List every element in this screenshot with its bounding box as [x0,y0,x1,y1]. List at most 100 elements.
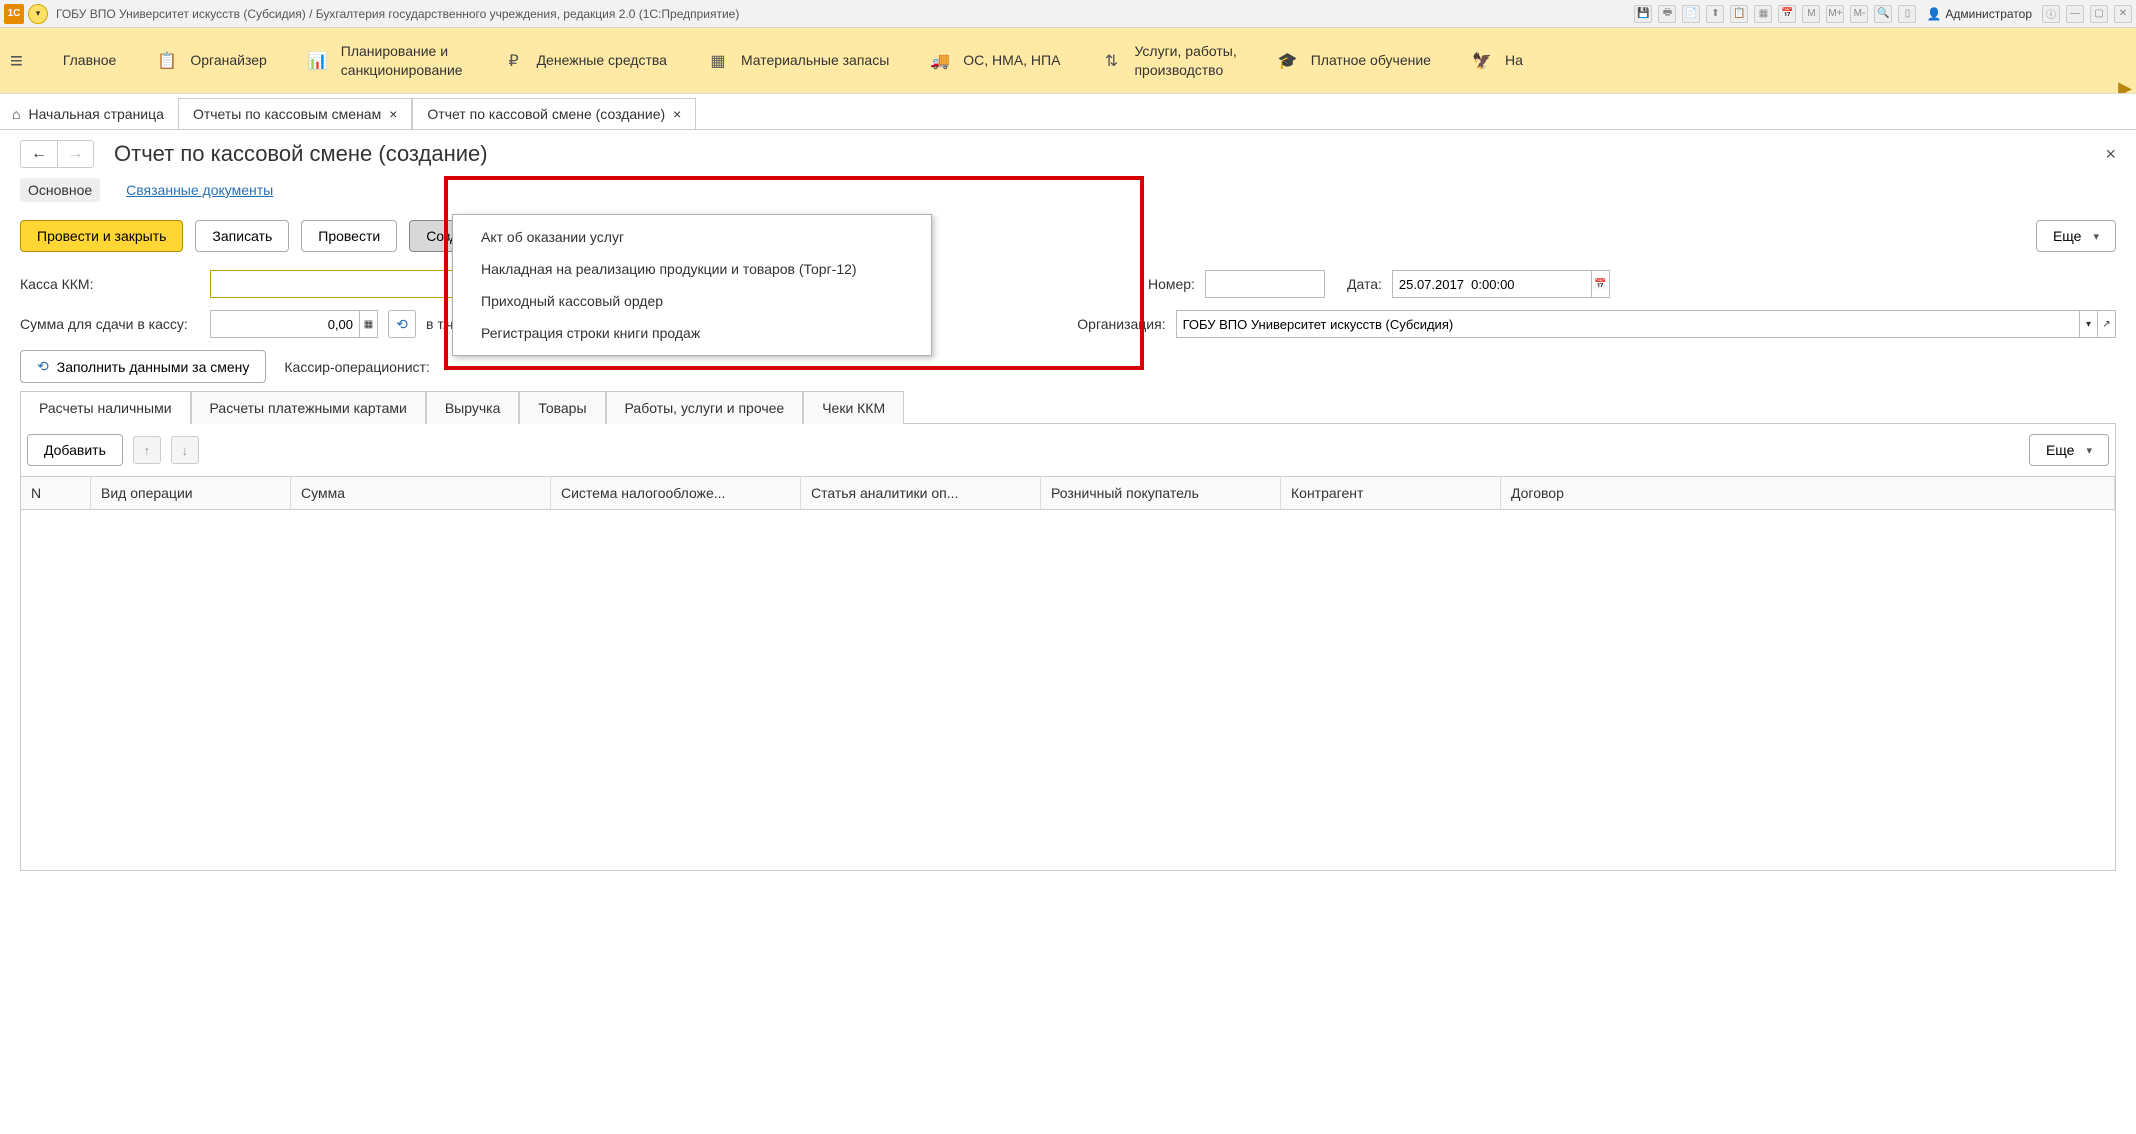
nav-assets[interactable]: 🚚ОС, НМА, НПА [929,50,1060,72]
fill-label: Заполнить данными за смену [57,359,250,375]
home-icon: ⌂ [12,106,20,122]
maximize-icon[interactable]: ▢ [2090,5,2108,23]
th-tax-system[interactable]: Система налогообложе... [551,477,801,509]
nav-history: ← → [20,140,94,168]
nav-money[interactable]: ₽Денежные средства [503,50,667,72]
th-analytics[interactable]: Статья аналитики оп... [801,477,1041,509]
copy-icon[interactable]: 📋 [1730,5,1748,23]
itab-goods[interactable]: Товары [519,391,605,424]
org-input-wrap: ▾ ↗ [1176,310,2116,338]
refresh-button[interactable]: ⟲ [388,310,416,338]
nav-back-button[interactable]: ← [21,141,57,167]
truck-icon: 🚚 [929,50,951,72]
app-logo-icon: 1C [4,4,24,24]
nav-main[interactable]: Главное [63,51,117,69]
org-open-button[interactable]: ↗ [2098,310,2116,338]
tab-report-create[interactable]: Отчет по кассовой смене (создание) × [412,98,696,129]
detail-tabs: Расчеты наличными Расчеты платежными кар… [20,391,2116,424]
table-toolbar: Добавить ↑ ↓ Еще [20,424,2116,477]
nav-scroll-right-icon[interactable]: ▶ [2118,78,2132,94]
fill-shift-data-button[interactable]: ⟲ Заполнить данными за смену [20,350,266,383]
nav-planning[interactable]: 📊Планирование и санкционирование [307,42,463,78]
ruble-icon: ₽ [503,50,525,72]
menu-item-service-act[interactable]: Акт об оказании услуг [453,221,931,253]
menu-item-sales-book-row[interactable]: Регистрация строки книги продаж [453,317,931,349]
sum-input-wrap: ▦ [210,310,378,338]
tab-label: Отчеты по кассовым сменам [193,106,381,122]
th-counterparty[interactable]: Контрагент [1281,477,1501,509]
move-up-button[interactable]: ↑ [133,436,161,464]
calendar-icon[interactable]: 📅 [1778,5,1796,23]
upload-icon[interactable]: ⬆ [1706,5,1724,23]
calc-icon[interactable]: ▦ [1754,5,1772,23]
menu-item-torg12[interactable]: Накладная на реализацию продукции и това… [453,253,931,285]
minimize-icon[interactable]: — [2066,5,2084,23]
subtab-main[interactable]: Основное [20,178,100,202]
cashier-label: Кассир-операционист: [284,359,429,375]
zoom-icon[interactable]: 🔍 [1874,5,1892,23]
menu-item-cash-receipt[interactable]: Приходный кассовый ордер [453,285,931,317]
panel-icon[interactable]: ▯ [1898,5,1916,23]
date-picker-button[interactable]: 📅 [1592,270,1610,298]
itab-receipts[interactable]: Чеки ККМ [803,391,904,424]
tab-reports-list[interactable]: Отчеты по кассовым сменам × [178,98,412,129]
print-icon[interactable]: 🖶 [1658,5,1676,23]
app-menu-dropdown[interactable]: ▾ [28,4,48,24]
form-area: Касса ККМ: ▾ Номер: Дата: 📅 Сумма для сд… [20,270,2116,383]
th-retail-customer[interactable]: Розничный покупатель [1041,477,1281,509]
close-page-icon[interactable]: × [2105,144,2116,165]
close-tab-icon[interactable]: × [389,106,397,122]
nav-education[interactable]: 🎓Платное обучение [1277,50,1431,72]
preview-icon[interactable]: 📄 [1682,5,1700,23]
graduation-icon: 🎓 [1277,50,1299,72]
sum-input[interactable] [210,310,360,338]
itab-cash[interactable]: Расчеты наличными [20,391,191,424]
move-down-button[interactable]: ↓ [171,436,199,464]
kassa-kkm-input[interactable] [210,270,490,298]
user-label[interactable]: 👤 Администратор [1926,7,2032,21]
nav-services[interactable]: ⇅Услуги, работы, производство [1100,42,1236,78]
tab-label: Отчет по кассовой смене (создание) [427,106,665,122]
m-plus-icon[interactable]: M+ [1826,5,1844,23]
table-more-button[interactable]: Еще [2029,434,2109,466]
close-window-icon[interactable]: ✕ [2114,5,2132,23]
user-name: Администратор [1945,7,2032,21]
nav-forward-button[interactable]: → [57,141,93,167]
nav-more[interactable]: 🦅На [1471,50,1523,72]
sum-calc-button[interactable]: ▦ [360,310,378,338]
page-subtabs: Основное Связанные документы [20,178,2116,202]
itab-cards[interactable]: Расчеты платежными картами [191,391,426,424]
nav-materials[interactable]: ▦Материальные запасы [707,50,889,72]
th-sum[interactable]: Сумма [291,477,551,509]
table-body[interactable] [21,510,2115,870]
table-header: N Вид операции Сумма Система налогооблож… [21,477,2115,510]
hamburger-icon[interactable]: ≡ [10,48,23,74]
org-input[interactable] [1176,310,2080,338]
itab-revenue[interactable]: Выручка [426,391,520,424]
th-n[interactable]: N [21,477,91,509]
post-and-close-button[interactable]: Провести и закрыть [20,220,183,252]
post-button[interactable]: Провести [301,220,397,252]
date-input[interactable] [1392,270,1592,298]
save-icon[interactable]: 💾 [1634,5,1652,23]
close-tab-icon[interactable]: × [673,106,681,122]
add-row-button[interactable]: Добавить [27,434,123,466]
nav-organizer[interactable]: 📋Органайзер [156,50,266,72]
number-input[interactable] [1205,270,1325,298]
content-header: ← → Отчет по кассовой смене (создание) [20,140,2116,168]
m-icon[interactable]: M [1802,5,1820,23]
clipboard-icon: 📋 [156,50,178,72]
itab-services[interactable]: Работы, услуги и прочее [606,391,804,424]
refresh-icon: ⟲ [37,358,49,375]
more-button[interactable]: Еще [2036,220,2116,252]
tab-home-label: Начальная страница [28,106,163,122]
th-operation[interactable]: Вид операции [91,477,291,509]
m-minus-icon[interactable]: M- [1850,5,1868,23]
form-row-2: Сумма для сдачи в кассу: ▦ ⟲ в т.ч. Орга… [20,310,2116,338]
info-icon[interactable]: ⓘ [2042,5,2060,23]
subtab-linked-docs[interactable]: Связанные документы [118,178,281,202]
save-button[interactable]: Записать [195,220,289,252]
th-contract[interactable]: Договор [1501,477,2115,509]
org-dropdown[interactable]: ▾ [2080,310,2098,338]
tab-home[interactable]: ⌂ Начальная страница [8,98,178,129]
